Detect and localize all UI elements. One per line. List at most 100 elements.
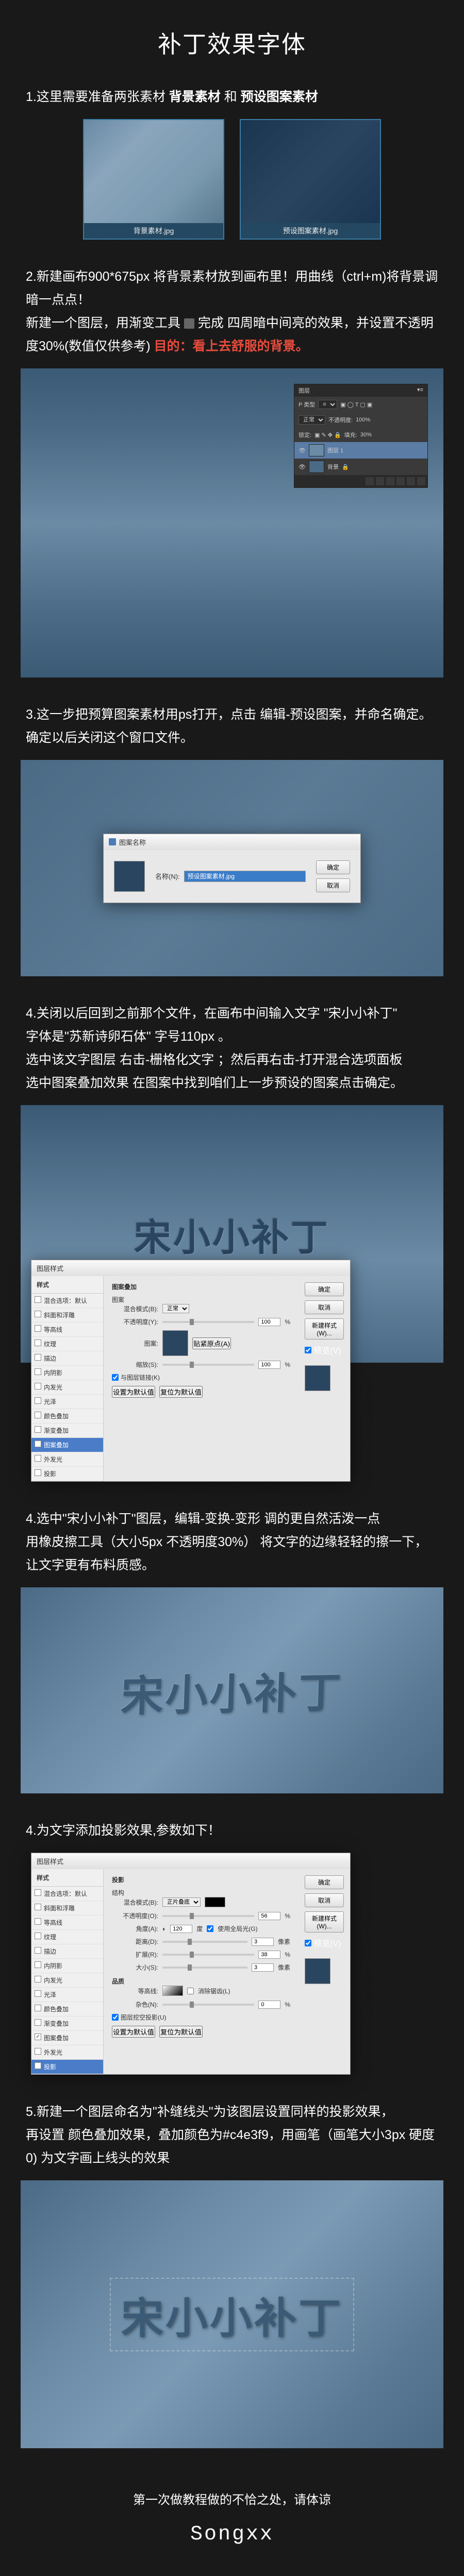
style-option[interactable]: 渐变叠加 [31, 1423, 103, 1438]
layers-tab[interactable]: 图层 [299, 386, 310, 395]
style-option[interactable]: 斜面和浮雕 [31, 1901, 103, 1916]
set-default-button[interactable]: 设置为默认值 [112, 1386, 155, 1398]
style-option[interactable]: 外发光 [31, 1452, 103, 1467]
style-option[interactable]: 混合选项：默认 [31, 1294, 103, 1308]
style-option[interactable]: 内发光 [31, 1380, 103, 1395]
adjust-icon[interactable] [396, 477, 405, 485]
lock-icons[interactable]: ▣ ✎ ✥ 🔒 [314, 432, 341, 438]
ok-button[interactable]: 确定 [316, 860, 350, 874]
step5-text: 5.新建一个图层命名为"补缝线头"为该图层设置同样的投影效果， 再设置 颜色叠加… [21, 2100, 443, 2170]
scale-slider[interactable] [162, 1364, 254, 1366]
angle-input[interactable] [170, 1925, 192, 1933]
folder-icon[interactable] [386, 477, 394, 485]
style-option[interactable]: 颜色叠加 [31, 2002, 103, 2016]
style-option[interactable]: 图案叠加 [31, 1438, 103, 1452]
fill-label: 填充: [344, 431, 357, 439]
style-option[interactable]: 混合选项：默认 [31, 1887, 103, 1901]
dialog-title-text: 图案名称 [119, 837, 146, 847]
snap-button[interactable]: 贴紧原点(A) [192, 1337, 231, 1349]
distance-input[interactable] [252, 1938, 274, 1946]
new-style-button[interactable]: 新建样式(W)... [305, 1318, 344, 1340]
style-option[interactable]: 等高线 [31, 1916, 103, 1930]
blend-select[interactable]: 正常 [162, 1304, 189, 1313]
footer: 第一次做教程做的不恰之处，请体谅 Songxx [21, 2489, 443, 2546]
step4b-text: 4.选中"宋小小补丁"图层，编辑-变换-变形 调的更自然活泼一点 用橡皮擦工具（… [21, 1507, 443, 1577]
new-style2-button[interactable]: 新建样式(W)... [305, 1911, 344, 1933]
style-option[interactable]: 内阴影 [31, 1959, 103, 1973]
fx-icon[interactable] [366, 477, 374, 485]
ok-button[interactable]: 确定 [305, 1282, 344, 1296]
trash-icon[interactable] [417, 477, 425, 485]
style-option[interactable]: 描边 [31, 1944, 103, 1959]
knockout-row[interactable]: 图层挖空投影(U) [112, 2013, 290, 2022]
distance-slider[interactable] [162, 1941, 247, 1943]
name-input[interactable] [184, 871, 306, 882]
reset-default-button[interactable]: 复位为默认值 [159, 1386, 203, 1398]
filter-icons[interactable]: ▣ ◯ T ▢ ▣ [340, 401, 372, 408]
style-option[interactable]: 内阴影 [31, 1366, 103, 1380]
angle-dial[interactable]: ◐ [162, 1925, 166, 1933]
layer-item-1[interactable]: 👁 图层 1 [294, 442, 427, 459]
noise-slider[interactable] [162, 2004, 254, 2006]
kind-select[interactable]: ≡ [318, 400, 337, 409]
opacity-input[interactable] [258, 1318, 280, 1326]
scale-input[interactable] [258, 1361, 280, 1369]
reset-default2-button[interactable]: 复位为默认值 [159, 2026, 203, 2038]
style-option[interactable]: 图案叠加 [31, 2031, 103, 2045]
dialog-body: 名称(N): 确定 取消 [104, 850, 360, 903]
visibility-icon[interactable]: 👁 [299, 464, 306, 470]
opacity-value[interactable]: 100% [356, 417, 370, 423]
spread-slider[interactable] [162, 1954, 254, 1956]
preview-checkbox[interactable] [305, 1347, 311, 1353]
mask-icon[interactable] [376, 477, 384, 485]
layer-bg-thumb [309, 461, 324, 473]
style-option[interactable]: 等高线 [31, 1323, 103, 1337]
spread-input[interactable] [258, 1951, 280, 1959]
blend-mode-select[interactable]: 正常 [299, 415, 325, 425]
opacity2-input[interactable] [258, 1912, 280, 1920]
cancel-button[interactable]: 取消 [305, 1300, 344, 1314]
antialias-checkbox[interactable] [187, 1988, 194, 1994]
style-option[interactable]: 投影 [31, 1467, 103, 1481]
cancel-button[interactable]: 取消 [316, 878, 350, 892]
knockout-checkbox[interactable] [112, 2014, 119, 2021]
style-option[interactable]: 内发光 [31, 1973, 103, 1988]
preview-row[interactable]: 预览(V) [305, 1344, 344, 1356]
style-option[interactable]: 光泽 [31, 1395, 103, 1409]
layer-item-bg[interactable]: 👁 背景 🔒 [294, 459, 427, 475]
step4-line1: 4.关闭以后回到之前那个文件，在画布中间输入文字 "宋小小补丁" [26, 1006, 397, 1021]
preview2-checkbox[interactable] [305, 1940, 311, 1946]
noise-input[interactable] [258, 2001, 280, 2009]
style-option[interactable]: 纹理 [31, 1930, 103, 1944]
preview2-row[interactable]: 预览(V) [305, 1937, 344, 1949]
style-option[interactable]: 投影 [31, 2060, 103, 2074]
global-light-checkbox[interactable] [207, 1925, 213, 1932]
style-option[interactable]: 渐变叠加 [31, 2016, 103, 2031]
opacity2-slider[interactable] [162, 1915, 254, 1917]
fill-value[interactable]: 30% [360, 432, 372, 438]
visibility-icon[interactable]: 👁 [299, 447, 306, 454]
panel-menu-icon[interactable]: ▾≡ [417, 386, 423, 395]
size-input[interactable] [252, 1963, 274, 1972]
set-default2-button[interactable]: 设置为默认值 [112, 2026, 155, 2038]
dialog-buttons: 确定 取消 [316, 860, 350, 892]
blend2-select[interactable]: 正片叠底 [162, 1897, 201, 1907]
style-option[interactable]: 纹理 [31, 1337, 103, 1351]
contour-swatch[interactable] [162, 1986, 183, 1996]
size-slider[interactable] [162, 1967, 247, 1969]
opacity-slider[interactable] [162, 1321, 254, 1323]
link-row[interactable]: 与图层链接(K) [112, 1373, 290, 1382]
shadow-color-swatch[interactable] [205, 1897, 225, 1907]
step5-line2: 再设置 颜色叠加效果，叠加颜色为#c4e3f9，用画笔（画笔大小3px 硬度0)… [26, 2128, 435, 2165]
pattern-swatch[interactable] [162, 1330, 188, 1356]
style-option[interactable]: 光泽 [31, 1988, 103, 2002]
ok2-button[interactable]: 确定 [305, 1875, 344, 1889]
style-option[interactable]: 外发光 [31, 2045, 103, 2060]
cancel2-button[interactable]: 取消 [305, 1893, 344, 1907]
link-checkbox[interactable] [112, 1374, 119, 1381]
style-option[interactable]: 斜面和浮雕 [31, 1308, 103, 1323]
new-layer-icon[interactable] [407, 477, 415, 485]
style-option[interactable]: 描边 [31, 1351, 103, 1366]
layers-panel-footer [294, 475, 427, 487]
style-option[interactable]: 颜色叠加 [31, 1409, 103, 1423]
